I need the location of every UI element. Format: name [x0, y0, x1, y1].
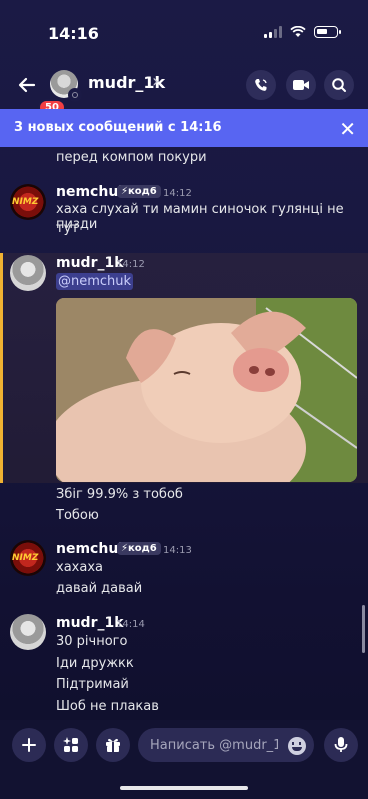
message-text: 30 річного	[56, 634, 128, 649]
message-text: хаха слухай ти мамин синочок гулянці не …	[56, 202, 344, 232]
apps-button[interactable]	[54, 728, 88, 762]
message-text: Підтримай	[56, 677, 129, 692]
message-text: перед компом покури	[56, 150, 207, 165]
scrollbar[interactable]	[362, 605, 365, 653]
plus-icon	[22, 738, 36, 752]
back-arrow-icon	[16, 74, 38, 101]
message-timestamp: 14:14	[116, 619, 145, 630]
signal-icon	[264, 26, 282, 38]
search-button[interactable]	[324, 70, 354, 100]
gift-icon	[106, 738, 120, 752]
message-timestamp: 14:12	[163, 188, 192, 199]
avatar[interactable]	[10, 255, 46, 291]
emoji-icon[interactable]	[288, 737, 306, 755]
clan-tag-badge[interactable]: ⚡код6	[117, 542, 161, 555]
message-text: хахаха	[56, 560, 103, 575]
voice-call-button[interactable]	[246, 70, 276, 100]
presence-offline-icon	[68, 88, 82, 102]
status-time: 14:16	[48, 24, 99, 43]
pig-photo	[56, 298, 357, 482]
attached-image[interactable]	[56, 298, 357, 482]
search-icon	[332, 78, 346, 92]
clan-tag-badge[interactable]: ⚡код6	[117, 185, 161, 198]
back-button[interactable]: 50	[14, 72, 66, 116]
status-bar: 14:16	[0, 0, 368, 62]
message-text: Тобою	[56, 508, 99, 523]
close-icon[interactable]: ✕	[339, 117, 356, 141]
video-icon	[293, 80, 309, 90]
new-messages-text: 3 новых сообщений с 14:16	[14, 120, 222, 135]
add-attachment-button[interactable]	[12, 728, 46, 762]
message-timestamp: 14:12	[116, 259, 145, 270]
battery-icon	[314, 26, 341, 38]
chevron-right-icon[interactable]: ›	[152, 71, 159, 92]
status-icons	[264, 26, 341, 38]
new-messages-banner[interactable]: 3 новых сообщений с 14:16 ✕	[0, 109, 368, 147]
message-text: Шоб не плакав	[56, 699, 159, 714]
chat-header: 50 mudr_1k ›	[0, 62, 368, 116]
avatar[interactable]: NIMZ	[10, 184, 46, 220]
message-text: Збіг 99.9% з тобоб	[56, 487, 183, 502]
phone-icon	[255, 79, 267, 91]
video-call-button[interactable]	[286, 70, 316, 100]
gift-button[interactable]	[96, 728, 130, 762]
home-indicator[interactable]	[120, 786, 248, 790]
message-author[interactable]: mudr_1k	[56, 255, 124, 271]
avatar[interactable]: NIMZ	[10, 540, 46, 576]
message-text: тут	[56, 221, 79, 236]
apps-icon	[63, 737, 78, 752]
message-author[interactable]: mudr_1k	[56, 615, 124, 631]
mic-icon	[334, 737, 348, 752]
message-text: Іди дружкк	[56, 656, 134, 671]
wifi-icon	[290, 26, 306, 37]
voice-message-button[interactable]	[324, 728, 358, 762]
avatar[interactable]	[10, 614, 46, 650]
message-timestamp: 14:13	[163, 545, 192, 556]
message-text: давай давай	[56, 581, 143, 596]
user-mention[interactable]: @nemchuk	[56, 273, 134, 290]
